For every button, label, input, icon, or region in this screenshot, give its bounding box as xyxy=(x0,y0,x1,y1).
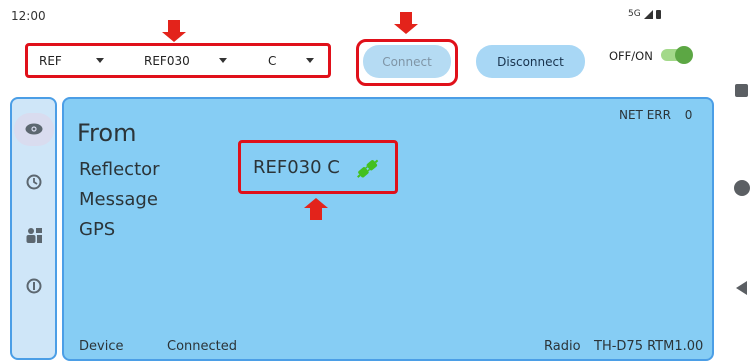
module-dropdown-value: C xyxy=(268,53,277,68)
net-error-value: 0 xyxy=(684,108,693,122)
connect-button[interactable]: Connect xyxy=(363,45,451,78)
annotation-arrow-reflector xyxy=(304,198,328,220)
recents-button[interactable] xyxy=(735,84,748,97)
status-icons: 5G xyxy=(628,9,661,19)
info-icon[interactable] xyxy=(24,276,44,296)
device-status: Connected xyxy=(167,339,238,354)
status-time: 12:00 xyxy=(11,9,46,23)
device-label: Device xyxy=(79,339,124,354)
net-error: NET ERR 0 xyxy=(619,108,692,122)
chevron-down-icon xyxy=(218,58,227,63)
power-toggle[interactable] xyxy=(658,46,693,64)
reflector-value: REF030 C xyxy=(253,157,340,178)
reflector-dropdown[interactable]: REF030 xyxy=(126,54,242,68)
toggle-label: OFF/ON xyxy=(609,49,653,63)
signal-icon xyxy=(643,9,653,19)
chevron-down-icon xyxy=(95,58,104,63)
reflector-dropdown-value: REF030 xyxy=(144,53,190,68)
reflector-label: Reflector xyxy=(79,159,160,180)
from-label: From xyxy=(77,119,137,147)
gps-label: GPS xyxy=(79,219,116,240)
chevron-down-icon xyxy=(306,58,315,63)
net-error-label: NET ERR xyxy=(619,108,671,122)
connected-plug-icon xyxy=(354,156,380,180)
users-icon[interactable] xyxy=(24,225,44,245)
reflector-selector-row: REF REF030 C xyxy=(31,47,324,74)
back-button[interactable] xyxy=(736,281,747,295)
clock-icon[interactable] xyxy=(24,172,44,192)
annotation-arrow-dropdowns xyxy=(162,20,186,42)
eye-icon[interactable] xyxy=(24,119,44,139)
annotation-arrow-connect xyxy=(394,12,418,34)
status-panel xyxy=(62,97,714,361)
type-dropdown-value: REF xyxy=(39,53,62,68)
message-label: Message xyxy=(79,189,158,210)
network-type: 5G xyxy=(628,9,641,19)
module-dropdown[interactable]: C xyxy=(242,54,324,68)
type-dropdown[interactable]: REF xyxy=(31,54,126,68)
disconnect-button[interactable]: Disconnect xyxy=(476,45,585,78)
toggle-knob xyxy=(675,46,693,64)
home-button[interactable] xyxy=(734,180,750,196)
radio-value: TH-D75 RTM1.00 xyxy=(594,339,704,354)
radio-label: Radio xyxy=(544,339,581,354)
battery-icon xyxy=(655,9,661,19)
